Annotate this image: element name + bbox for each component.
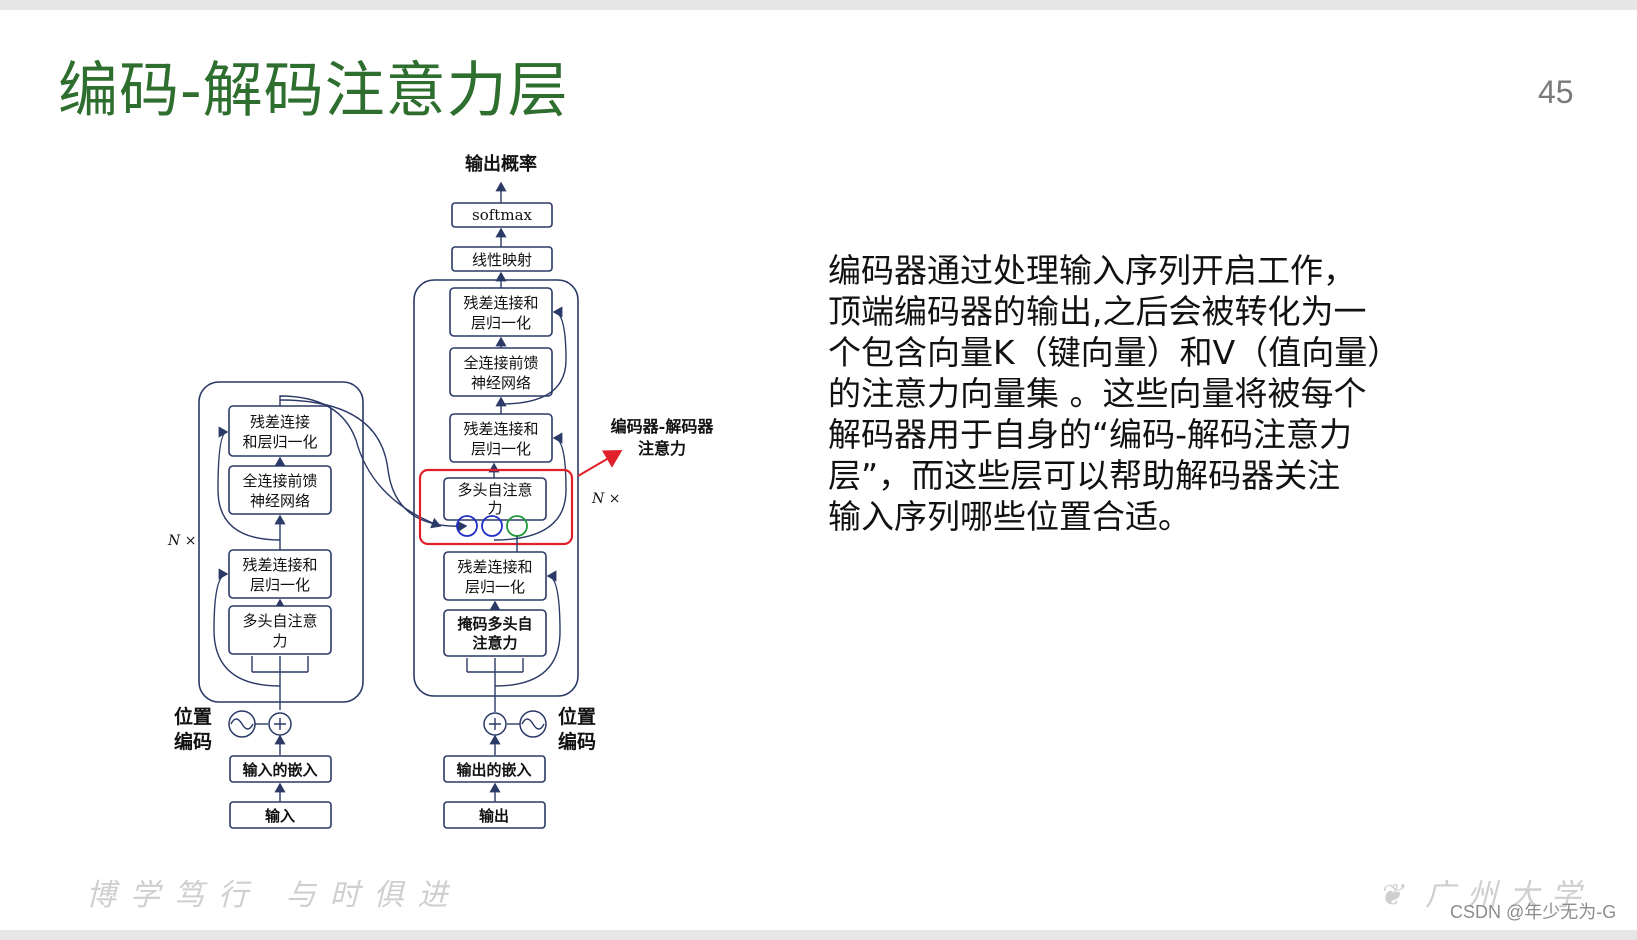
decoder-posenc-label: 编码	[558, 730, 596, 753]
input-label: 输入	[265, 807, 295, 825]
decoder-addnorm-2-label: 层归一化	[471, 440, 531, 458]
linear-label: 线性映射	[472, 251, 532, 269]
decoder-ffn-label: 全连接前馈	[463, 354, 538, 372]
encoder-mha-label: 力	[272, 632, 287, 650]
decoder-addnorm-3-label: 层归一化	[471, 314, 531, 332]
decoder-addnorm-1-label: 残差连接和	[457, 558, 532, 576]
encoder-addnorm-top-label: 残差连接	[250, 413, 310, 431]
decoder-enc-dec-attention-label: 多头自注意	[457, 481, 532, 499]
csdn-watermark: CSDN @年少无为-G	[1450, 902, 1617, 922]
transformer-diagram: 输出概率 softmax 线性映射 N × 残差连接 和层归一化 全连接前馈 神…	[167, 153, 715, 829]
encoder-addnorm-bottom-label: 层归一化	[250, 576, 310, 594]
encoder-addnorm-top-label: 和层归一化	[242, 433, 317, 451]
decoder-addnorm-3-label: 残差连接和	[463, 294, 538, 312]
decoder-masked-mha-label: 掩码多头自	[457, 615, 532, 633]
decoder-addnorm-2-label: 残差连接和	[463, 420, 538, 438]
softmax-label: softmax	[472, 206, 532, 224]
encoder-addnorm-bottom-label: 残差连接和	[242, 556, 317, 574]
encoder-posenc-label: 位置	[174, 705, 212, 728]
decoder-posenc-label: 位置	[558, 705, 596, 728]
decoder-enc-dec-attention-label: 力	[487, 499, 502, 517]
output-embedding-label: 输出的嵌入	[456, 761, 531, 779]
decoder-masked-mha-label: 注意力	[472, 634, 517, 652]
input-embedding-label: 输入的嵌入	[242, 761, 317, 779]
callout-label: 编码器-解码器	[611, 417, 715, 436]
encoder-posenc-label: 编码	[174, 730, 212, 753]
encoder-ffn-label: 神经网络	[250, 492, 310, 510]
callout-label: 注意力	[638, 439, 686, 458]
encoder-mha-label: 多头自注意	[242, 612, 317, 630]
output-probability-label: 输出概率	[465, 153, 537, 175]
encoder-ffn-label: 全连接前馈	[242, 472, 317, 490]
decoder-ffn-label: 神经网络	[471, 374, 531, 392]
decoder-addnorm-1-label: 层归一化	[465, 578, 525, 596]
output-label: 输出	[479, 807, 509, 825]
encoder-repeat-label: N ×	[167, 533, 196, 549]
decoder-repeat-label: N ×	[591, 491, 620, 507]
